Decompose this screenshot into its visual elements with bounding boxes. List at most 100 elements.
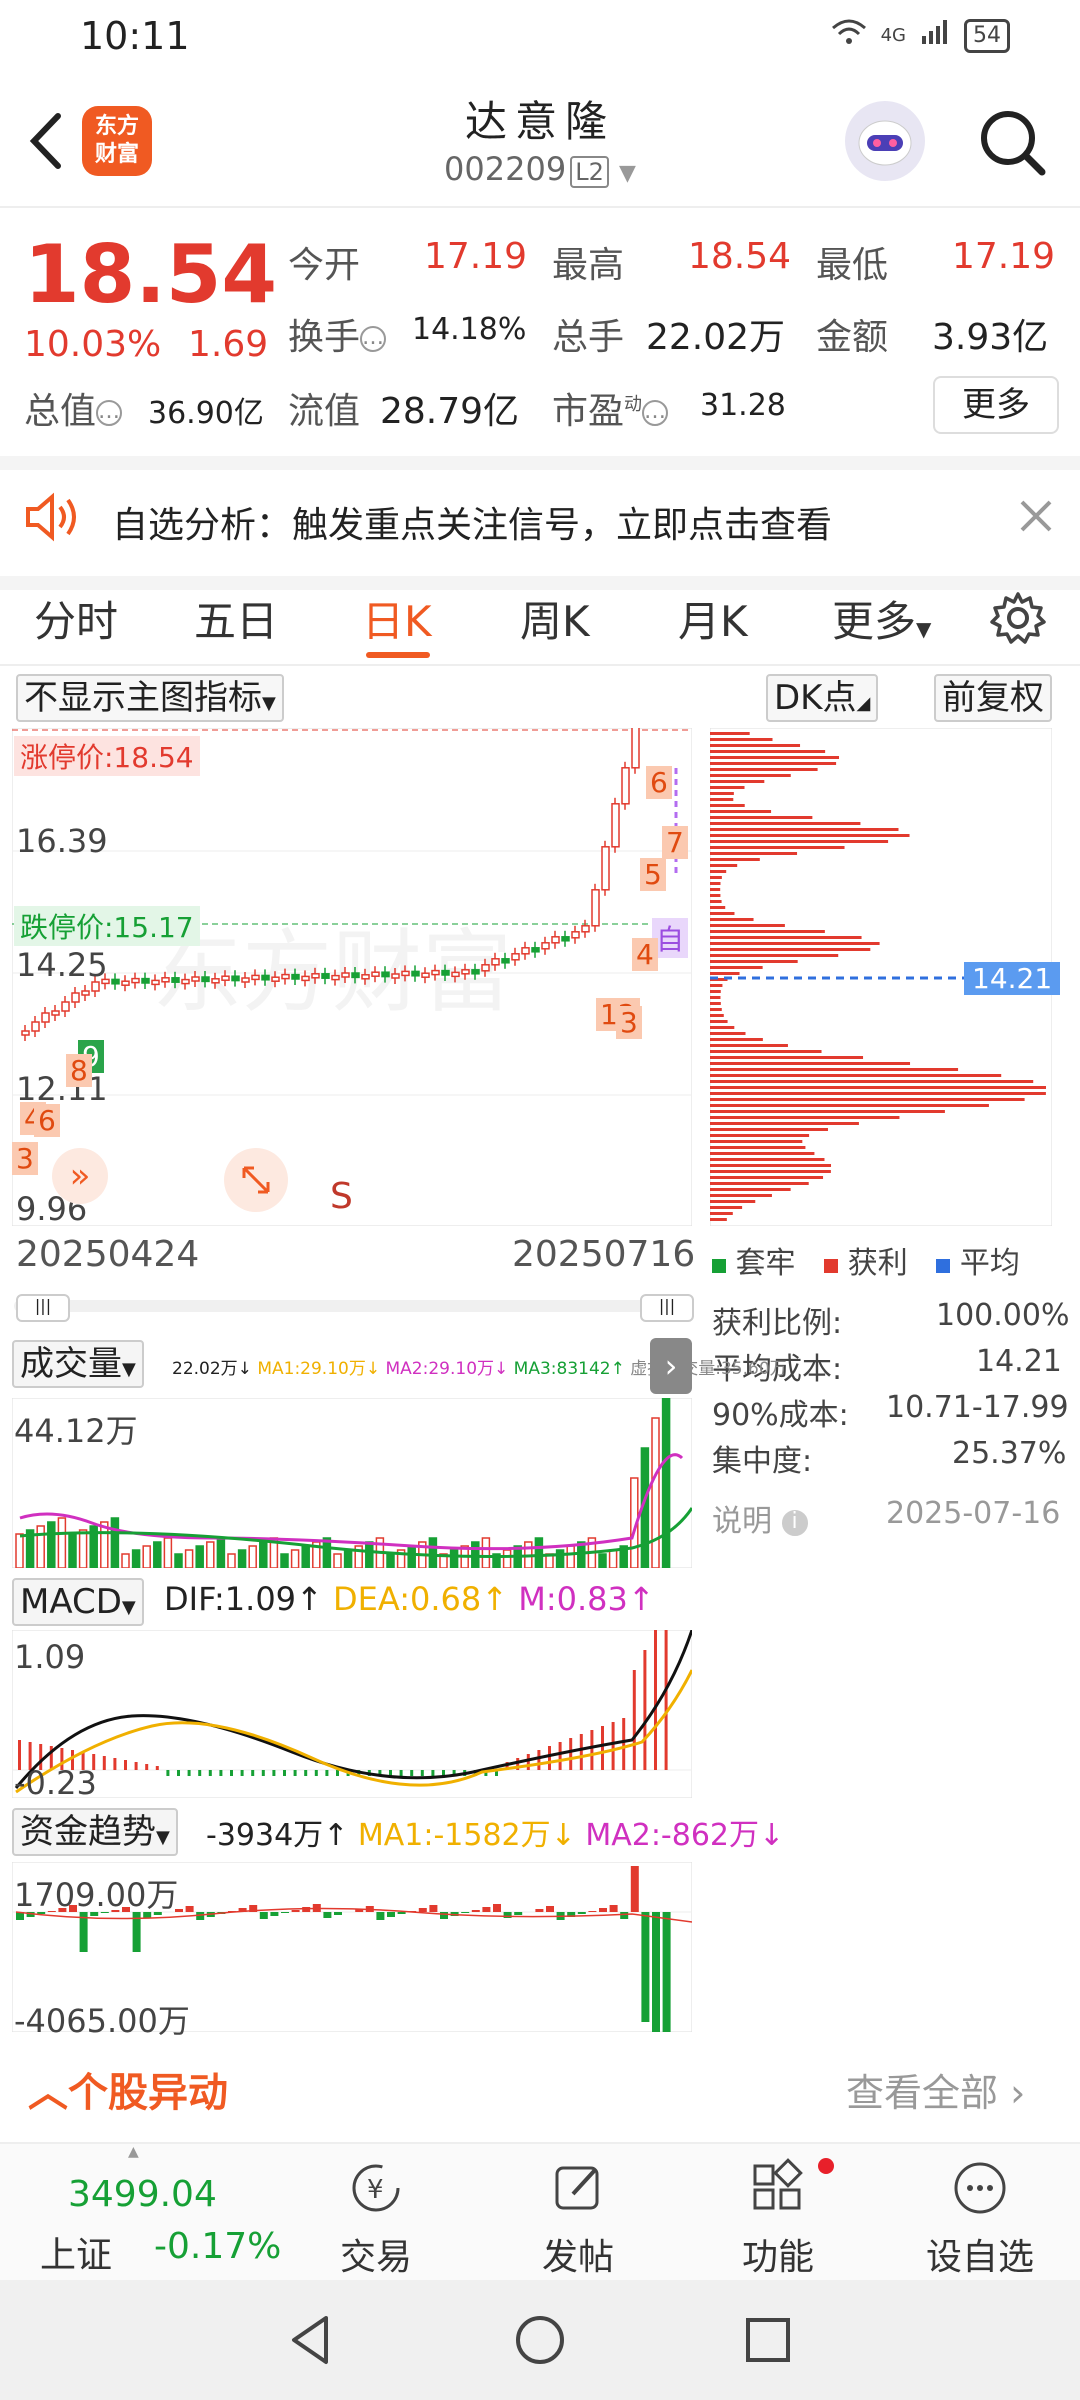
range-scrollbar[interactable]: [14, 1300, 690, 1312]
index-ticker[interactable]: ▲ 3499.04 上证 -0.17%: [0, 2144, 281, 2282]
concentration-value: 25.37%: [952, 1436, 1067, 1471]
double-chevron-right-icon[interactable]: »: [52, 1148, 108, 1204]
candle: [561, 936, 570, 942]
tab-intraday[interactable]: 分时: [34, 588, 118, 649]
chip-bar: [710, 1134, 810, 1137]
chip-bar: [710, 1176, 824, 1179]
caret-down-icon: ▼: [619, 161, 636, 186]
volume-bar: [428, 1537, 438, 1568]
dk-marker[interactable]: 6: [34, 1104, 60, 1137]
volume-bar: [566, 1545, 575, 1568]
robot-assistant-avatar[interactable]: [845, 101, 925, 181]
chip-bar: [710, 972, 740, 975]
chip-bar: [710, 912, 735, 915]
grid-icon: [753, 2158, 803, 2210]
volume-bar: [47, 1521, 56, 1568]
macd-bar: [325, 1770, 329, 1776]
analysis-notice[interactable]: 自选分析：触发重点关注信号，立即点击查看: [0, 456, 1080, 590]
dk-marker[interactable]: 6: [646, 766, 672, 799]
chip-bar: [710, 1032, 746, 1035]
candle: [411, 970, 420, 977]
chip-bar: [710, 984, 723, 987]
change-percent: 10.03%: [24, 324, 162, 365]
pe-value: 31.28: [700, 388, 786, 423]
dk-marker[interactable]: 3: [616, 1006, 642, 1039]
tab-weekly-k[interactable]: 周K: [520, 588, 590, 649]
nav-add-watchlist[interactable]: 设自选: [910, 2158, 1050, 2280]
chip-bar: [710, 1200, 756, 1203]
info-icon: …: [360, 325, 387, 352]
nav-functions[interactable]: 功能: [708, 2158, 848, 2280]
chip-bar: [710, 738, 773, 741]
volume-selector[interactable]: 成交量▼: [12, 1340, 144, 1388]
dk-marker[interactable]: 8: [66, 1054, 92, 1087]
candle: [401, 970, 410, 977]
candle: [501, 958, 510, 964]
volume-bar: [290, 1549, 300, 1568]
turnover-value: 14.18%: [412, 312, 527, 347]
tab-daily-k[interactable]: 日K: [362, 588, 432, 649]
chip-bar: [710, 936, 862, 939]
wifi-icon: [831, 18, 867, 53]
fund-ymin: -4065.00万: [14, 2002, 190, 2040]
fund-ymax: 1709.00万: [14, 1876, 179, 1914]
system-navigation-bar: [0, 2280, 1080, 2400]
candle: [491, 958, 500, 966]
kline-chart[interactable]: 东方财富: [12, 728, 692, 1226]
fund-trend-selector[interactable]: 资金趋势▼: [12, 1808, 178, 1856]
close-icon[interactable]: [1018, 498, 1054, 538]
volume-bar: [301, 1545, 310, 1568]
stock-header: 东方 财富 达意隆 002209 L2 ▼: [0, 76, 1080, 208]
recents-square-icon[interactable]: [738, 2310, 798, 2370]
chip-bar: [710, 1182, 809, 1185]
chip-note[interactable]: 说明 i: [712, 1496, 808, 1540]
search-button[interactable]: [976, 106, 1048, 178]
fund-bar: [577, 1912, 586, 1914]
settings-gear-icon[interactable]: [990, 590, 1046, 650]
tab-five-day[interactable]: 五日: [194, 588, 278, 649]
stock-anomaly-section[interactable]: ︿个股异动: [28, 2060, 228, 2118]
fund-bar: [334, 1912, 342, 1915]
view-all-link[interactable]: 查看全部 ›: [846, 2062, 1025, 2117]
dk-marker[interactable]: 7: [662, 826, 688, 859]
period-tabs: 分时 五日 日K 周K 月K 更多▼: [0, 574, 1080, 666]
dk-marker[interactable]: 3: [12, 1142, 38, 1175]
macd-bar: [548, 1746, 551, 1770]
mcap-label: 总值…: [24, 391, 123, 432]
back-triangle-icon[interactable]: [282, 2310, 342, 2370]
sell-marker[interactable]: S: [330, 1176, 353, 1217]
macd-bar: [431, 1770, 435, 1776]
home-circle-icon[interactable]: [510, 2310, 570, 2370]
candle: [431, 969, 440, 976]
chip-bar: [710, 1206, 743, 1209]
adjust-dropdown[interactable]: 前复权: [934, 674, 1052, 722]
nav-post[interactable]: 发帖: [508, 2158, 648, 2280]
fund-bar: [259, 1912, 268, 1919]
dk-marker[interactable]: 4: [632, 938, 658, 971]
tab-more[interactable]: 更多▼: [832, 588, 931, 649]
macd-selector[interactable]: MACD▼: [12, 1578, 144, 1626]
volume-bar: [78, 1529, 88, 1568]
profit-ratio-value: 100.00%: [936, 1298, 1070, 1333]
expand-icon[interactable]: [224, 1148, 288, 1212]
range-handle-left[interactable]: |||: [16, 1294, 70, 1322]
candle: [71, 992, 80, 1003]
macd-bar: [230, 1770, 233, 1776]
candle: [571, 931, 580, 939]
candle: [301, 975, 310, 982]
fund-bar: [185, 1906, 194, 1912]
dk-dropdown[interactable]: DK点◢: [766, 674, 879, 722]
range-handle-right[interactable]: |||: [640, 1294, 694, 1322]
nav-trade[interactable]: ¥ 交易: [306, 2158, 446, 2280]
chevron-right-icon[interactable]: ›: [650, 1338, 692, 1394]
indicator-dropdown[interactable]: 不显示主图指标▼: [16, 674, 284, 722]
tab-monthly-k[interactable]: 月K: [678, 588, 748, 649]
open-label: 今开: [288, 245, 361, 286]
dk-marker[interactable]: 5: [640, 858, 666, 891]
fund-bar: [281, 1912, 289, 1913]
chip-bar: [710, 732, 750, 735]
high-label: 最高: [552, 245, 625, 286]
macd-bar: [177, 1770, 180, 1776]
more-quote-button[interactable]: 更多: [933, 376, 1059, 434]
macd-stats: DIF:1.09↑ DEA:0.68↑ M:0.83↑: [164, 1580, 655, 1618]
